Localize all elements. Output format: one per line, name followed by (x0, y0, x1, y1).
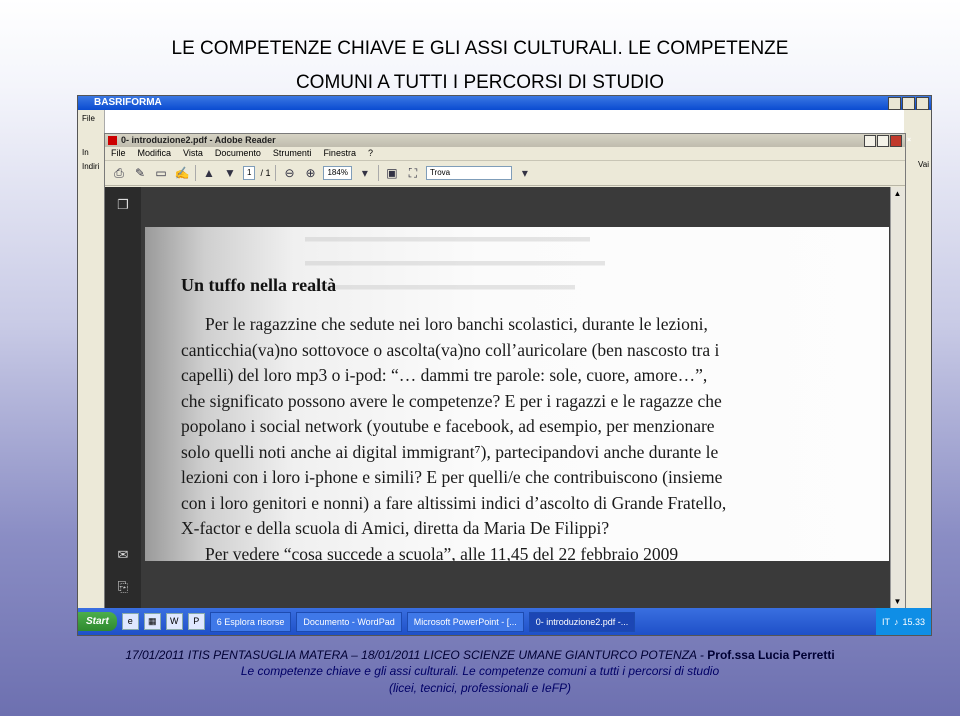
search-dropdown-icon[interactable]: ▾ (517, 165, 533, 181)
zoom-out-icon[interactable]: ⊖ (281, 165, 297, 181)
slide-title-line1: LE COMPETENZE CHIAVE E GLI ASSI CULTURAL… (171, 38, 789, 59)
taskbar-item-wordpad[interactable]: Documento - WordPad (296, 611, 402, 632)
zoom-in-icon[interactable]: ⊕ (302, 165, 318, 181)
pages-icon[interactable]: ❐ (115, 197, 131, 213)
outer-window-body: File In Indiri Vai 0- introduzione2.pdf … (78, 110, 931, 609)
next-page-icon[interactable]: ▼ (222, 165, 238, 181)
adobe-titlebar: 0- introduzione2.pdf - Adobe Reader _ □ … (105, 134, 911, 147)
previous-page-icon[interactable]: ▲ (201, 165, 217, 181)
adobe-title: 0- introduzione2.pdf - Adobe Reader (121, 135, 276, 145)
scroll-down-icon[interactable]: ▼ (893, 597, 902, 606)
slide-title-line2: COMUNI A TUTTI I PERCORSI DI STUDIO (295, 72, 665, 93)
word-icon[interactable]: W (165, 613, 183, 630)
volume-icon[interactable]: ♪ (894, 617, 899, 627)
save-icon[interactable]: ▣ (384, 165, 400, 181)
page-text: Per le ragazzine che sedute nei loro ban… (181, 312, 871, 561)
menu-vista[interactable]: Vista (183, 147, 203, 160)
text-line: Per vedere “cosa succede a scuola”, alle… (205, 543, 679, 562)
adobe-reader-window: 0- introduzione2.pdf - Adobe Reader _ □ … (104, 133, 911, 609)
start-button[interactable]: Start (78, 612, 117, 631)
text-line: solo quelli noti anche ai digital immigr… (181, 441, 719, 462)
taskbar-item-powerpoint[interactable]: Microsoft PowerPoint - [... (406, 611, 524, 632)
taskbar-item-adobe[interactable]: 0- introduzione2.pdf -... (528, 611, 636, 632)
print-icon[interactable]: ⎙ (111, 165, 127, 181)
desktop-icon[interactable]: ▦ (143, 613, 161, 630)
maximize-button[interactable]: □ (902, 97, 924, 110)
outer-label-indiri: Indiri (82, 162, 100, 171)
zoom-select[interactable]: 184% (323, 166, 352, 180)
outer-left-panel: File In Indiri (78, 110, 105, 608)
page-total: / 1 (260, 168, 271, 178)
pdf-page: ▬▬▬▬▬▬▬▬▬▬▬▬▬▬▬▬▬▬ ▬▬▬▬▬▬▬▬▬▬▬▬▬▬▬▬▬▬▬▬ ▬▬… (145, 227, 889, 561)
clock: 15.33 (902, 616, 925, 627)
adobe-toolbar: ⎙ ✎ ▭ ✍ ▲ ▼ 1 / 1 ⊖ ⊕ 184% ▾ ▣ ⛶ Trova ▾ (105, 161, 905, 186)
document-area: ❐ ✉ ⎘ ▬▬▬▬▬▬▬▬▬▬▬▬▬▬▬▬▬▬ ▬▬▬▬▬▬▬▬▬▬▬▬▬▬▬▬… (105, 187, 905, 608)
text-line: popolano i social network (youtube e fac… (181, 416, 715, 436)
outer-go-button[interactable]: Vai (918, 160, 929, 169)
footer-event: 17/01/2011 ITIS PENTASUGLIA MATERA – 18/… (125, 648, 704, 662)
taskbar-item-explorer[interactable]: 6 Esplora risorse (209, 611, 292, 632)
menu-help[interactable]: ? (368, 147, 373, 160)
pdf-icon (108, 136, 117, 145)
search-input[interactable]: Trova (425, 166, 512, 180)
text-line: lezioni con i loro i-phone e simili? E p… (181, 467, 723, 487)
comments-icon[interactable]: ✉ (115, 547, 131, 563)
outer-right-panel: Vai (904, 110, 931, 608)
powerpoint-icon[interactable]: P (187, 613, 205, 630)
page-number-input[interactable]: 1 (243, 166, 256, 180)
menu-strumenti[interactable]: Strumenti (273, 147, 312, 160)
sign-icon[interactable]: ✍ (174, 165, 190, 181)
navigation-pane: ❐ ✉ ⎘ (105, 187, 141, 608)
outer-window-titlebar: BASRIFORMA _ □ × (78, 96, 931, 110)
outer-label-in: In (82, 148, 89, 157)
text-line: che significato possono avere le compete… (181, 390, 722, 411)
page-heading: Un tuffo nella realtà (181, 275, 337, 295)
minimize-button[interactable]: _ (888, 97, 909, 110)
vertical-scrollbar[interactable]: ▲ ▼ (890, 187, 905, 608)
outer-menu-file[interactable]: File (82, 114, 95, 123)
adobe-menubar: File Modifica Vista Documento Strumenti … (105, 147, 905, 161)
footer-line1: 17/01/2011 ITIS PENTASUGLIA MATERA – 18/… (0, 648, 960, 662)
bleed-through-text: ▬▬▬▬▬▬▬▬▬▬▬▬▬▬▬▬▬▬ ▬▬▬▬▬▬▬▬▬▬▬▬▬▬▬▬▬▬▬▬ ▬▬… (305, 233, 605, 297)
text-line: canticchia(va)no sottovoce o ascolta(va)… (181, 339, 720, 360)
attachment-icon[interactable]: ⎘ (115, 579, 131, 595)
screenshot: BASRIFORMA _ □ × File In Indiri Vai 0- i… (77, 95, 932, 636)
menu-file[interactable]: File (111, 147, 126, 160)
close-button[interactable]: × (916, 97, 929, 110)
adobe-minimize-button[interactable]: _ (864, 135, 885, 147)
menu-finestra[interactable]: Finestra (323, 147, 356, 160)
slide-background: LE COMPETENZE CHIAVE E GLI ASSI CULTURAL… (0, 0, 960, 716)
footer-line2: Le competenze chiave e gli assi cultural… (240, 664, 720, 678)
fit-page-icon[interactable]: ⛶ (405, 165, 421, 181)
scroll-up-icon[interactable]: ▲ (893, 189, 902, 198)
language-indicator[interactable]: IT (882, 617, 890, 627)
taskbar: Start e ▦ W P 6 Esplora risorse Document… (78, 608, 931, 635)
text-line: Per le ragazzine che sedute nei loro ban… (205, 314, 708, 334)
edit-icon[interactable]: ✎ (132, 165, 148, 181)
chevron-down-icon[interactable]: ▾ (357, 165, 373, 181)
adobe-close-button[interactable]: × (890, 135, 911, 147)
menu-modifica[interactable]: Modifica (138, 147, 172, 160)
text-line: capelli) del loro mp3 o i-pod: “… dammi … (181, 365, 708, 385)
outer-window-title: BASRIFORMA (94, 97, 162, 108)
footer-line3: (licei, tecnici, professionali e IeFP) (388, 681, 572, 695)
browser-icon[interactable]: e (121, 613, 139, 630)
text-line: con i loro genitori e nonni) a fare alti… (181, 492, 727, 513)
adobe-maximize-button[interactable]: □ (877, 135, 898, 147)
footer-author: Prof.ssa Lucia Perretti (707, 648, 835, 662)
comment-icon[interactable]: ▭ (153, 165, 169, 181)
system-tray: IT ♪ 15.33 (875, 608, 931, 635)
text-line: X-factor e della scuola di Amici, dirett… (181, 518, 610, 538)
menu-documento[interactable]: Documento (215, 147, 261, 160)
